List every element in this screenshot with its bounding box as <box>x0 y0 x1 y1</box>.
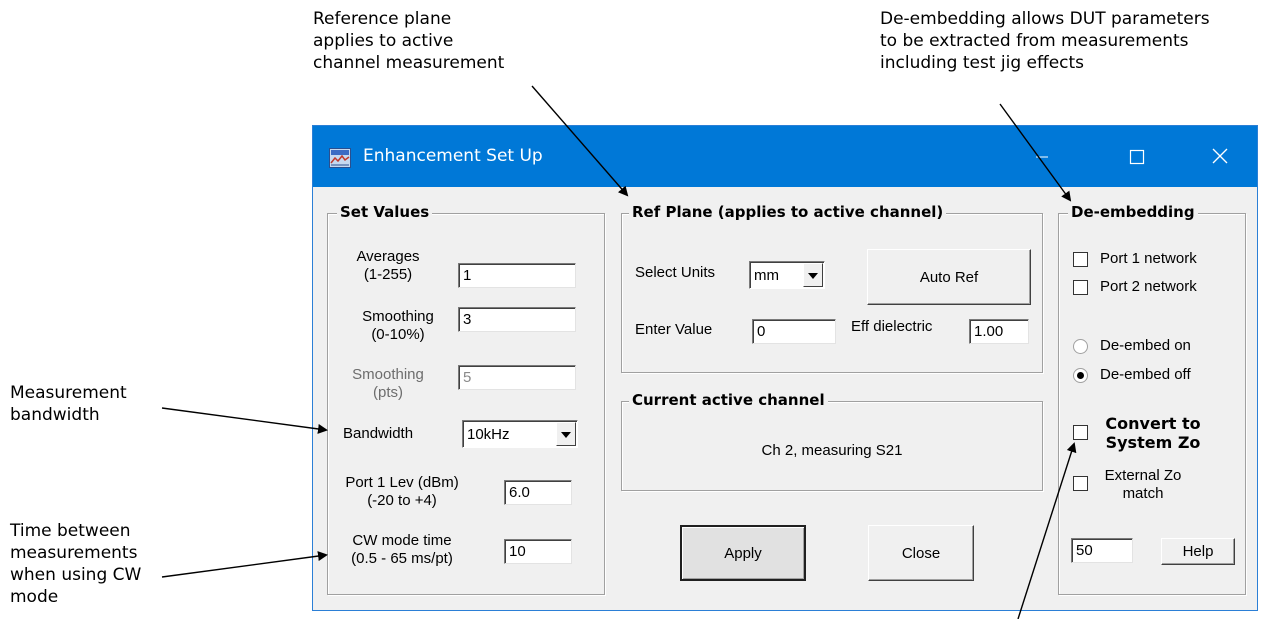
smoothing-pts-label: Smoothing (pts) <box>352 366 424 401</box>
port1-level-label: Port 1 Lev (dBm) (-20 to +4) <box>345 474 459 509</box>
external-zo-label[interactable]: External Zo match <box>1093 467 1193 503</box>
bandwidth-select[interactable]: 10kHz <box>462 420 578 448</box>
eff-dielectric-label: Eff dielectric <box>851 318 933 335</box>
maximize-button[interactable] <box>1113 126 1159 187</box>
current-channel-group: Current active channel Ch 2, measuring S… <box>621 391 1043 491</box>
ref-plane-group: Ref Plane (applies to active channel) Se… <box>621 203 1043 373</box>
smoothing-pts-input: 5 <box>458 365 576 390</box>
title-bar[interactable]: Enhancement Set Up <box>313 126 1257 187</box>
annotation-bandwidth: Measurement bandwidth <box>10 383 127 425</box>
port1-network-checkbox[interactable] <box>1073 252 1088 267</box>
apply-button[interactable]: Apply <box>680 525 806 581</box>
de-embed-on-label[interactable]: De-embed on <box>1100 337 1191 355</box>
eff-dielectric-input[interactable]: 1.00 <box>969 319 1029 344</box>
minimize-button[interactable] <box>1019 126 1065 187</box>
averages-input[interactable]: 1 <box>458 263 576 288</box>
de-embedding-group: De-embedding Port 1 network Port 2 netwo… <box>1058 203 1246 595</box>
port2-network-label[interactable]: Port 2 network <box>1100 278 1197 296</box>
chevron-down-icon[interactable] <box>556 422 576 446</box>
enter-value-input[interactable]: 0 <box>752 319 836 344</box>
smoothing-pct-input[interactable]: 3 <box>458 307 576 332</box>
arrow-cw-time <box>161 551 328 578</box>
annotation-cw-time: Time between measurements when using CW … <box>10 521 142 607</box>
convert-zo-checkbox[interactable] <box>1073 425 1088 440</box>
current-channel-title: Current active channel <box>629 391 828 409</box>
close-window-button[interactable] <box>1197 126 1243 187</box>
close-button[interactable]: Close <box>868 525 974 581</box>
close-icon <box>1212 148 1228 164</box>
zo-value-input[interactable]: 50 <box>1071 538 1133 563</box>
port1-level-input[interactable]: 6.0 <box>504 480 572 505</box>
cw-mode-input[interactable]: 10 <box>504 539 572 564</box>
dialog-client: Set Values Averages (1-255) 1 Smoothing (0… <box>313 187 1257 611</box>
annotation-ref-plane: Reference plane applies to active channe… <box>313 9 505 73</box>
select-units-label: Select Units <box>635 264 716 281</box>
help-button[interactable]: Help <box>1161 538 1235 565</box>
app-icon <box>329 148 351 168</box>
de-embed-on-radio[interactable] <box>1073 339 1088 354</box>
enter-value-label: Enter Value <box>635 321 713 338</box>
set-values-title: Set Values <box>337 203 433 221</box>
annotation-de-embedding: De-embedding allows DUT parameters to be… <box>880 9 1210 73</box>
chevron-down-icon[interactable] <box>803 263 823 287</box>
convert-zo-label[interactable]: Convert to System Zo <box>1093 414 1213 452</box>
units-select[interactable]: mm <box>749 261 825 289</box>
set-values-group: Set Values Averages (1-255) 1 Smoothing (0… <box>327 203 605 595</box>
de-embedding-title: De-embedding <box>1068 203 1198 221</box>
window-title: Enhancement Set Up <box>363 146 543 166</box>
enhancement-dialog: Enhancement Set Up Set Values Averages (1… <box>312 125 1258 611</box>
minimize-icon <box>1036 156 1048 158</box>
smoothing-pct-label: Smoothing (0-10%) <box>362 308 434 343</box>
ref-plane-title: Ref Plane (applies to active channel) <box>629 203 947 221</box>
maximize-icon <box>1129 149 1145 165</box>
bandwidth-label: Bandwidth <box>343 425 414 442</box>
arrow-bandwidth <box>161 407 328 434</box>
port2-network-checkbox[interactable] <box>1073 280 1088 295</box>
cw-mode-label: CW mode time (0.5 - 65 ms/pt) <box>351 532 453 567</box>
averages-label: Averages (1-255) <box>356 248 420 283</box>
external-zo-checkbox[interactable] <box>1073 476 1088 491</box>
current-channel-text: Ch 2, measuring S21 <box>761 442 903 459</box>
auto-ref-button[interactable]: Auto Ref <box>867 249 1031 305</box>
de-embed-off-label[interactable]: De-embed off <box>1100 366 1191 384</box>
de-embed-off-radio[interactable] <box>1073 368 1088 383</box>
port1-network-label[interactable]: Port 1 network <box>1100 250 1197 268</box>
